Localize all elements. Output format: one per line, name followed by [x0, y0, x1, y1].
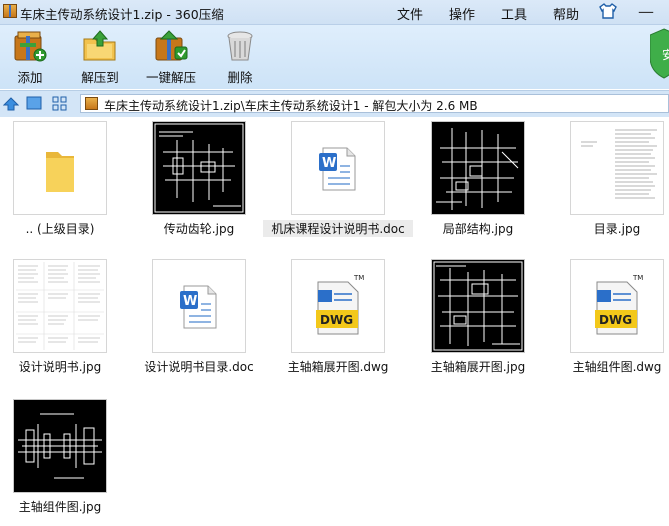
document-page-image: [581, 129, 657, 199]
doc-thumbnail: W: [291, 121, 385, 215]
skin-shirt-icon[interactable]: [598, 3, 618, 19]
file-grid: .. (上级目录) 传动齿轮.jpg W 机床课程设计说明书.doc 局部结构.…: [0, 117, 669, 526]
address-bar: 车床主传动系统设计1.zip\车床主传动系统设计1 - 解包大小为 2.6 MB: [0, 90, 669, 118]
dwg-badge: DWG: [599, 313, 632, 327]
menu-tools[interactable]: 工具: [501, 4, 527, 23]
add-label: 添加: [17, 70, 43, 85]
folder-icon: [46, 152, 74, 192]
dwg-thumbnail: DWG TM: [291, 259, 385, 353]
extract-to-button[interactable]: 解压到: [80, 29, 120, 87]
file-name: 设计说明书.jpg: [18, 360, 102, 374]
minimize-button[interactable]: —: [638, 2, 654, 21]
archive-app-icon: [3, 4, 17, 18]
dwg-file-icon: DWG TM: [316, 274, 364, 335]
document-pages-image: [16, 262, 104, 350]
delete-button[interactable]: 删除: [220, 29, 260, 87]
word-doc-icon: W: [180, 285, 217, 329]
add-archive-icon: [14, 31, 47, 62]
file-name: 设计说明书目录.doc: [144, 360, 254, 374]
one-click-extract-label: 一键解压: [146, 70, 197, 85]
path-text: 车床主传动系统设计1.zip\车床主传动系统设计1 - 解包大小为 2.6 MB: [104, 99, 478, 113]
grid-view-icon[interactable]: [52, 96, 67, 111]
menu-file[interactable]: 文件: [397, 4, 423, 23]
large-icon-view-icon[interactable]: [26, 96, 42, 110]
image-thumbnail: [570, 121, 664, 215]
word-doc-icon: W: [319, 147, 356, 191]
cad-drawing-image: [436, 128, 519, 210]
file-name: 主轴箱展开图.jpg: [430, 360, 526, 374]
file-name: 主轴组件图.dwg: [572, 360, 662, 374]
one-click-extract-button[interactable]: 一键解压: [146, 29, 196, 87]
dwg-thumbnail: DWG TM: [570, 259, 664, 353]
word-badge: W: [183, 294, 197, 309]
dwg-badge: DWG: [320, 313, 353, 327]
menu-operation[interactable]: 操作: [449, 4, 475, 23]
toolbar: 添加 解压到 一键解压 删除: [0, 25, 669, 89]
file-name: 传动齿轮.jpg: [163, 222, 235, 236]
up-arrow-icon[interactable]: [3, 96, 19, 112]
image-thumbnail: [13, 259, 107, 353]
extract-to-label: 解压到: [81, 70, 119, 85]
image-thumbnail: [431, 121, 525, 215]
image-thumbnail: [152, 121, 246, 215]
file-name: 机床课程设计说明书.doc: [263, 220, 413, 237]
menu-help[interactable]: 帮助: [553, 4, 579, 23]
path-field[interactable]: 车床主传动系统设计1.zip\车床主传动系统设计1 - 解包大小为 2.6 MB: [80, 94, 669, 113]
file-name: 目录.jpg: [593, 222, 641, 236]
image-thumbnail: [13, 399, 107, 493]
dwg-file-icon: DWG TM: [595, 274, 643, 335]
cad-drawing-image: [433, 261, 523, 351]
title-bar: 车床主传动系统设计1.zip - 360压缩 文件 操作 工具 帮助 —: [0, 0, 669, 25]
word-badge: W: [322, 156, 336, 171]
cad-drawing-image: [18, 413, 102, 479]
doc-thumbnail: W: [152, 259, 246, 353]
file-name: 局部结构.jpg: [442, 222, 514, 236]
file-name: 主轴箱展开图.dwg: [287, 360, 389, 374]
extract-folder-icon: [83, 30, 116, 61]
file-name: 主轴组件图.jpg: [18, 500, 102, 514]
window-title: 车床主传动系统设计1.zip - 360压缩: [20, 7, 224, 22]
dwg-tm: TM: [632, 274, 643, 282]
security-shield-icon[interactable]: 安: [650, 27, 669, 79]
folder-thumbnail: [13, 121, 107, 215]
file-name: .. (上级目录): [25, 222, 95, 236]
delete-label: 删除: [227, 70, 253, 85]
image-thumbnail: [431, 259, 525, 353]
dwg-tm: TM: [353, 274, 364, 282]
archive-path-icon: [85, 97, 98, 110]
add-button[interactable]: 添加: [10, 29, 50, 87]
cad-drawing-image: [154, 123, 244, 213]
svg-text:安: 安: [662, 47, 669, 62]
trash-bin-icon: [227, 31, 253, 61]
one-click-extract-icon: [155, 30, 188, 61]
